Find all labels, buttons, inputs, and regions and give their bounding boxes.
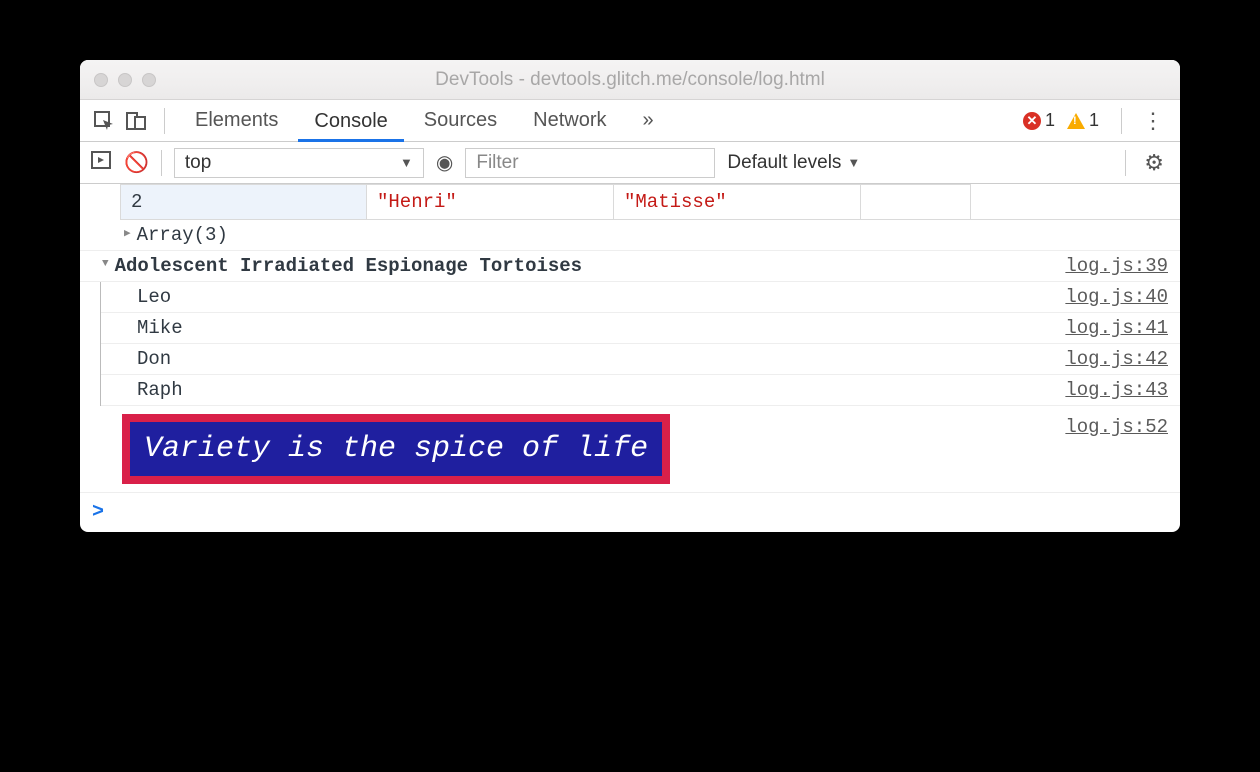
device-toolbar-icon[interactable] — [122, 107, 150, 135]
group-body: Leo log.js:40 Mike log.js:41 Don log.js:… — [100, 282, 1180, 406]
source-link[interactable]: log.js:42 — [1065, 348, 1168, 370]
tab-network[interactable]: Network — [517, 100, 622, 141]
array-summary: Array(3) — [137, 224, 228, 246]
source-link[interactable]: log.js:40 — [1065, 286, 1168, 308]
context-selector[interactable]: top ▼ — [174, 148, 424, 178]
table-row[interactable]: 2 "Henri" "Matisse" — [120, 184, 1180, 220]
minimize-icon[interactable] — [118, 73, 132, 87]
tab-console[interactable]: Console — [298, 101, 403, 142]
list-item[interactable]: Leo log.js:40 — [101, 282, 1180, 313]
styled-log-text: Variety is the spice of life — [122, 414, 670, 484]
source-link[interactable]: log.js:39 — [1065, 255, 1168, 277]
source-link[interactable]: log.js:41 — [1065, 317, 1168, 339]
close-icon[interactable] — [94, 73, 108, 87]
tab-elements[interactable]: Elements — [179, 100, 294, 141]
console-sidebar-toggle-icon[interactable] — [90, 149, 112, 177]
separator — [1125, 150, 1126, 176]
log-text: Raph — [137, 379, 183, 401]
cell-last: "Matisse" — [614, 184, 861, 219]
devtools-tabbar: Elements Console Sources Network » ✕ 1 1… — [80, 100, 1180, 142]
error-count: 1 — [1045, 110, 1055, 131]
log-text: Mike — [137, 317, 183, 339]
inspect-element-icon[interactable] — [90, 107, 118, 135]
traffic-lights — [94, 73, 156, 87]
prompt-icon: > — [92, 501, 104, 524]
window-title: DevTools - devtools.glitch.me/console/lo… — [80, 69, 1180, 91]
log-text: Don — [137, 348, 171, 370]
log-levels-dropdown[interactable]: Default levels ▼ — [727, 152, 860, 174]
error-status[interactable]: ✕ 1 — [1023, 110, 1055, 131]
source-link[interactable]: log.js:43 — [1065, 379, 1168, 401]
separator — [1121, 108, 1122, 134]
devtools-window: DevTools - devtools.glitch.me/console/lo… — [80, 60, 1180, 532]
console-prompt[interactable]: > — [80, 493, 1180, 532]
more-menu-icon[interactable]: ⋮ — [1136, 108, 1170, 134]
warning-icon — [1067, 113, 1085, 129]
warning-count: 1 — [1089, 110, 1099, 131]
tabs-overflow[interactable]: » — [627, 100, 670, 141]
cell-index: 2 — [120, 184, 367, 219]
console-output: 2 "Henri" "Matisse" Array(3) Adolescent … — [80, 184, 1180, 532]
tab-sources[interactable]: Sources — [408, 100, 513, 141]
console-filterbar: 🚫 top ▼ ◉ Default levels ▼ ⚙ — [80, 142, 1180, 184]
array-summary-line[interactable]: Array(3) — [80, 220, 1180, 251]
titlebar: DevTools - devtools.glitch.me/console/lo… — [80, 60, 1180, 100]
source-link[interactable]: log.js:52 — [1065, 410, 1168, 438]
cell-first: "Henri" — [367, 184, 614, 219]
group-title: Adolescent Irradiated Espionage Tortoise… — [115, 255, 582, 277]
warning-status[interactable]: 1 — [1067, 110, 1099, 131]
context-value: top — [185, 152, 211, 174]
cell-empty — [861, 184, 971, 219]
list-item[interactable]: Mike log.js:41 — [101, 313, 1180, 344]
group-header[interactable]: Adolescent Irradiated Espionage Tortoise… — [80, 251, 1180, 282]
styled-log-line[interactable]: Variety is the spice of life log.js:52 — [80, 406, 1180, 493]
list-item[interactable]: Don log.js:42 — [101, 344, 1180, 375]
zoom-icon[interactable] — [142, 73, 156, 87]
chevron-down-icon: ▼ — [400, 155, 413, 170]
list-item[interactable]: Raph log.js:43 — [101, 375, 1180, 406]
error-icon: ✕ — [1023, 112, 1041, 130]
settings-icon[interactable]: ⚙ — [1138, 150, 1170, 176]
live-expression-icon[interactable]: ◉ — [436, 150, 453, 175]
filter-input[interactable] — [465, 148, 715, 178]
chevron-down-icon: ▼ — [847, 155, 860, 170]
separator — [164, 108, 165, 134]
clear-console-icon[interactable]: 🚫 — [124, 150, 149, 175]
log-text: Leo — [137, 286, 171, 308]
log-levels-label: Default levels — [727, 152, 841, 174]
separator — [161, 150, 162, 176]
